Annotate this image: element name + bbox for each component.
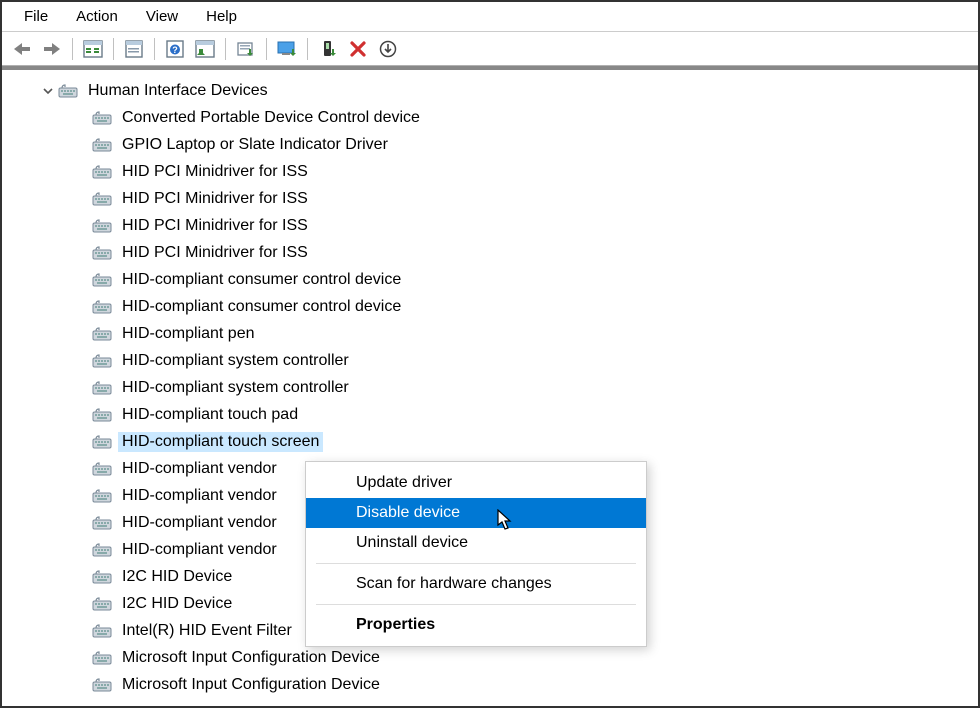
update-driver-button[interactable]: [232, 36, 260, 62]
device-row[interactable]: HID-compliant touch screen: [2, 428, 978, 455]
chevron-down-icon[interactable]: [42, 85, 54, 97]
context-menu-separator: [316, 563, 636, 564]
device-row[interactable]: HID PCI Minidriver for ISS: [2, 158, 978, 185]
menu-action[interactable]: Action: [62, 5, 132, 28]
context-menu: Update driverDisable deviceUninstall dev…: [305, 461, 647, 647]
device-label: Microsoft Input Configuration Device: [118, 675, 384, 695]
hid-category-icon: [58, 83, 78, 99]
context-menu-item[interactable]: Update driver: [306, 468, 646, 498]
forward-button[interactable]: [38, 36, 66, 62]
toolbar-separator: [307, 38, 308, 60]
device-row[interactable]: HID-compliant system controller: [2, 374, 978, 401]
device-icon: [92, 515, 112, 531]
context-menu-item[interactable]: Disable device: [306, 498, 646, 528]
context-menu-separator: [316, 604, 636, 605]
device-icon: [92, 299, 112, 315]
device-label: I2C HID Device: [118, 567, 236, 587]
device-row[interactable]: Converted Portable Device Control device: [2, 104, 978, 131]
action-center-button[interactable]: [191, 36, 219, 62]
device-label: HID-compliant touch screen: [118, 432, 323, 452]
device-row[interactable]: HID PCI Minidriver for ISS: [2, 185, 978, 212]
device-label: GPIO Laptop or Slate Indicator Driver: [118, 135, 392, 155]
device-label: HID-compliant pen: [118, 324, 259, 344]
tree-category-row[interactable]: Human Interface Devices: [2, 78, 978, 104]
device-icon: [92, 623, 112, 639]
help-button[interactable]: ?: [161, 36, 189, 62]
context-menu-item[interactable]: Scan for hardware changes: [306, 569, 646, 599]
device-row[interactable]: GPIO Laptop or Slate Indicator Driver: [2, 131, 978, 158]
toolbar: ?: [2, 32, 978, 66]
device-row[interactable]: Microsoft Input Configuration Device: [2, 671, 978, 698]
device-label: HID-compliant touch pad: [118, 405, 302, 425]
toolbar-separator: [225, 38, 226, 60]
uninstall-device-button[interactable]: [314, 36, 342, 62]
back-button[interactable]: [8, 36, 36, 62]
device-icon: [92, 353, 112, 369]
device-row[interactable]: HID-compliant system controller: [2, 347, 978, 374]
device-label: HID-compliant consumer control device: [118, 297, 405, 317]
properties-button[interactable]: [120, 36, 148, 62]
device-icon: [92, 191, 112, 207]
device-label: HID-compliant consumer control device: [118, 270, 405, 290]
menu-help[interactable]: Help: [192, 5, 251, 28]
device-label: HID PCI Minidriver for ISS: [118, 189, 312, 209]
device-label: Intel(R) HID Event Filter: [118, 621, 296, 641]
device-label: Microsoft Input Configuration Device: [118, 648, 384, 668]
scan-hardware-button[interactable]: [374, 36, 402, 62]
device-icon: [92, 218, 112, 234]
device-icon: [92, 245, 112, 261]
device-icon: [92, 650, 112, 666]
device-label: HID-compliant vendor: [118, 459, 281, 479]
device-label: HID-compliant vendor: [118, 486, 281, 506]
device-label: HID-compliant vendor: [118, 540, 281, 560]
device-row[interactable]: HID-compliant consumer control device: [2, 266, 978, 293]
device-row[interactable]: HID-compliant pen: [2, 320, 978, 347]
toolbar-separator: [266, 38, 267, 60]
enable-device-button[interactable]: [273, 36, 301, 62]
device-icon: [92, 407, 112, 423]
device-icon: [92, 542, 112, 558]
context-menu-item[interactable]: Properties: [306, 610, 646, 640]
device-label: HID-compliant vendor: [118, 513, 281, 533]
menu-view[interactable]: View: [132, 5, 192, 28]
device-icon: [92, 677, 112, 693]
device-icon: [92, 164, 112, 180]
device-icon: [92, 569, 112, 585]
device-row[interactable]: HID-compliant consumer control device: [2, 293, 978, 320]
device-row[interactable]: HID PCI Minidriver for ISS: [2, 212, 978, 239]
device-label: Converted Portable Device Control device: [118, 108, 424, 128]
menubar: File Action View Help: [2, 2, 978, 32]
svg-text:?: ?: [172, 45, 178, 55]
device-icon: [92, 110, 112, 126]
category-label: Human Interface Devices: [84, 81, 272, 101]
menu-file[interactable]: File: [10, 5, 62, 28]
toolbar-separator: [113, 38, 114, 60]
device-label: HID PCI Minidriver for ISS: [118, 216, 312, 236]
device-label: HID PCI Minidriver for ISS: [118, 162, 312, 182]
device-label: HID-compliant system controller: [118, 378, 353, 398]
show-hide-tree-button[interactable]: [79, 36, 107, 62]
device-icon: [92, 380, 112, 396]
device-icon: [92, 488, 112, 504]
context-menu-item[interactable]: Uninstall device: [306, 528, 646, 558]
device-icon: [92, 461, 112, 477]
device-label: HID PCI Minidriver for ISS: [118, 243, 312, 263]
toolbar-separator: [154, 38, 155, 60]
device-icon: [92, 596, 112, 612]
device-label: HID-compliant system controller: [118, 351, 353, 371]
disable-device-button[interactable]: [344, 36, 372, 62]
device-icon: [92, 434, 112, 450]
device-icon: [92, 272, 112, 288]
device-icon: [92, 326, 112, 342]
device-icon: [92, 137, 112, 153]
device-label: I2C HID Device: [118, 594, 236, 614]
toolbar-separator: [72, 38, 73, 60]
device-row[interactable]: HID PCI Minidriver for ISS: [2, 239, 978, 266]
device-row[interactable]: HID-compliant touch pad: [2, 401, 978, 428]
device-row[interactable]: Microsoft Input Configuration Device: [2, 644, 978, 671]
